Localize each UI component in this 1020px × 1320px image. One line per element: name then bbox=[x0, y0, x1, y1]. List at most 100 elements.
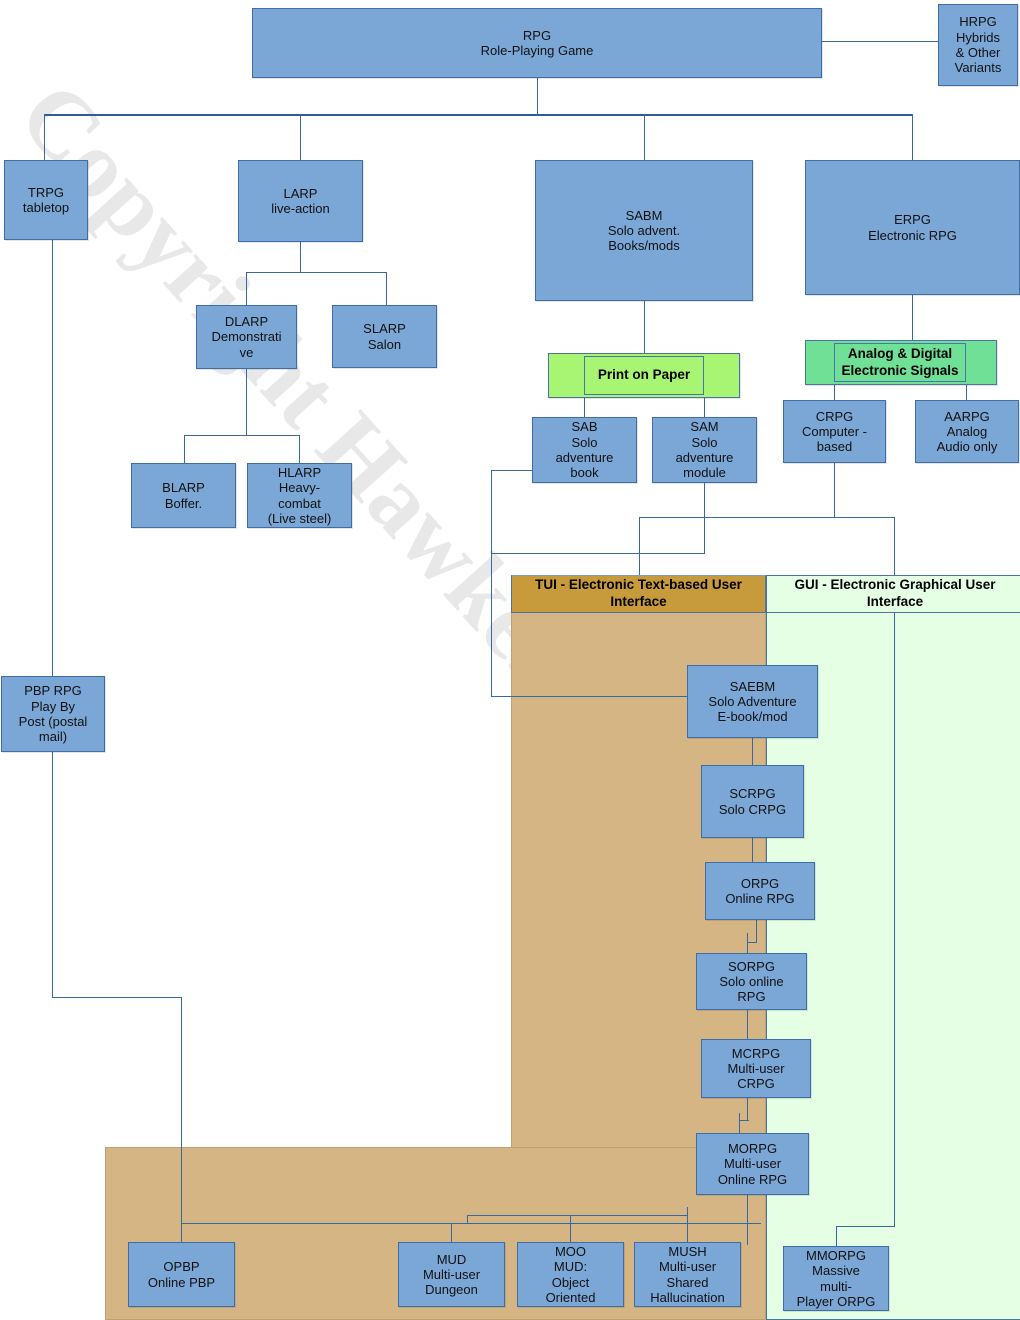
connector-spine-morpg-in bbox=[739, 1113, 740, 1133]
node-sabm[interactable]: SABM Solo advent. Books/mods bbox=[535, 160, 753, 301]
node-blarp-line1: BLARP bbox=[162, 480, 205, 496]
connector-signals-aarpg bbox=[966, 385, 967, 400]
node-scrpg[interactable]: SCRPG Solo CRPG bbox=[701, 765, 804, 838]
connector-sam-left bbox=[491, 553, 705, 554]
node-larp-line2: live-action bbox=[271, 201, 330, 216]
connector-bus-trpg bbox=[44, 114, 45, 160]
node-signals-line1: Analog & Digital bbox=[847, 346, 953, 362]
node-mush-line1: MUSH bbox=[668, 1243, 707, 1259]
node-sorpg-line1: SORPG bbox=[728, 958, 775, 974]
node-sabm-line1: SABM bbox=[625, 207, 663, 223]
node-crpg-line2: Computer - bbox=[801, 423, 868, 439]
node-electronic-signals-label-box: Analog & Digital Electronic Signals bbox=[834, 343, 966, 382]
node-hlarp-line3: combat bbox=[278, 495, 321, 511]
node-sab[interactable]: SAB Solo adventure book bbox=[532, 417, 637, 483]
node-opbp-line2: Online PBP bbox=[147, 1274, 216, 1290]
node-larp[interactable]: LARP live-action bbox=[238, 160, 363, 242]
node-slarp-line2: Salon bbox=[367, 336, 402, 352]
node-sab-line4: book bbox=[570, 465, 599, 481]
node-blarp[interactable]: BLARP Boffer. bbox=[131, 463, 236, 528]
node-moo-line3: Object bbox=[551, 1274, 590, 1290]
node-aarpg-line3: Audio only bbox=[936, 439, 998, 455]
connector-bottom-bus-upper bbox=[467, 1215, 687, 1216]
node-mush[interactable]: MUSH Multi-user Shared Hallucination bbox=[634, 1242, 741, 1307]
connector-bottom-bus-lower bbox=[181, 1223, 761, 1224]
node-trpg[interactable]: TRPG tabletop bbox=[4, 160, 88, 240]
connector-bottom-bus-drop-mud bbox=[451, 1223, 452, 1242]
node-print-on-paper-label-box: Print on Paper bbox=[584, 356, 704, 395]
connector-pbp-right bbox=[52, 997, 182, 998]
node-crpg[interactable]: CRPG Computer - based bbox=[783, 400, 886, 463]
node-dlarp[interactable]: DLARP Demonstrati ve bbox=[196, 305, 297, 369]
node-moo-line1: MOO bbox=[554, 1243, 587, 1259]
node-orpg-line2: Online RPG bbox=[725, 891, 795, 906]
connector-main-bus bbox=[44, 114, 913, 116]
node-aarpg[interactable]: AARPG Analog Audio only bbox=[915, 400, 1019, 463]
node-pbp-line3: Post (postal bbox=[18, 714, 88, 729]
node-saebm[interactable]: SAEBM Solo Adventure E-book/mod bbox=[687, 665, 818, 738]
connector-dlarp-hlarp bbox=[299, 435, 300, 463]
node-hrpg[interactable]: HRPG Hybrids & Other Variants bbox=[938, 4, 1018, 86]
region-header-tui: TUI - Electronic Text-based User Interfa… bbox=[511, 575, 766, 613]
node-aarpg-line1: AARPG bbox=[944, 408, 990, 424]
node-rpg-line1: RPG bbox=[522, 27, 552, 43]
node-crpg-line3: based bbox=[816, 439, 853, 455]
node-mush-line2: Multi-user bbox=[658, 1259, 717, 1275]
node-hrpg-line4: Variants bbox=[954, 60, 1002, 76]
node-sam[interactable]: SAM Solo adventure module bbox=[652, 417, 757, 483]
region-header-gui: GUI - Electronic Graphical User Interfac… bbox=[766, 575, 1020, 613]
node-mmorpg-line4: Player ORPG bbox=[796, 1293, 876, 1309]
node-mcrpg[interactable]: MCRPG Multi-user CRPG bbox=[701, 1039, 811, 1098]
node-sam-line1: SAM bbox=[690, 419, 719, 435]
node-trpg-line1: TRPG bbox=[27, 184, 65, 200]
node-erpg-line2: Electronic RPG bbox=[868, 227, 957, 243]
connector-spine-mcrpg-morpg bbox=[747, 1098, 748, 1120]
connector-crpg-to-tui bbox=[639, 517, 640, 577]
node-blarp-line2: Boffer. bbox=[164, 495, 203, 511]
node-scrpg-line2: Solo CRPG bbox=[718, 801, 787, 817]
connector-spine-morpg-jog bbox=[739, 1120, 749, 1121]
node-mush-line3: Shared bbox=[666, 1274, 709, 1290]
connector-spine-saebm-scrpg bbox=[752, 738, 753, 765]
node-scrpg-line1: SCRPG bbox=[729, 786, 776, 802]
node-orpg[interactable]: ORPG Online RPG bbox=[705, 862, 815, 920]
connector-bus-sabm bbox=[644, 114, 645, 160]
node-rpg[interactable]: RPG Role-Playing Game bbox=[252, 8, 822, 78]
node-mcrpg-line2: Multi-user bbox=[727, 1060, 785, 1076]
node-saebm-line3: E-book/mod bbox=[717, 709, 788, 725]
node-mud-line1: MUD bbox=[436, 1251, 467, 1267]
connector-bottom-bus-drop-moo bbox=[570, 1215, 571, 1242]
node-morpg-line3: Online RPG bbox=[717, 1171, 788, 1187]
connector-crpg-split bbox=[639, 517, 895, 518]
connector-dlarp-blarp bbox=[184, 435, 185, 463]
connector-erpg-signals bbox=[912, 295, 913, 340]
node-sam-line2: Solo bbox=[691, 434, 718, 450]
node-trpg-line2: tabletop bbox=[22, 200, 70, 215]
node-dlarp-line3: ve bbox=[239, 344, 254, 360]
node-mmorpg[interactable]: MMORPG Massive multi- Player ORPG bbox=[783, 1246, 889, 1311]
connector-dlarp-bus bbox=[184, 435, 300, 436]
connector-sabm-print bbox=[644, 301, 645, 353]
connector-spine-orpg-a bbox=[756, 920, 757, 942]
connector-bottom-bus-drop-mush bbox=[687, 1215, 688, 1242]
node-dlarp-line2: Demonstrati bbox=[211, 329, 282, 345]
connector-sab-to-saebm bbox=[491, 696, 687, 697]
node-mud-line2: Multi-user bbox=[422, 1266, 481, 1282]
node-mud[interactable]: MUD Multi-user Dungeon bbox=[398, 1242, 505, 1307]
node-saebm-line2: Solo Adventure bbox=[708, 693, 797, 709]
node-erpg[interactable]: ERPG Electronic RPG bbox=[805, 160, 1020, 295]
connector-crpg-to-gui bbox=[894, 517, 895, 577]
node-moo[interactable]: MOO MUD: Object Oriented bbox=[517, 1242, 624, 1307]
node-sab-line1: SAB bbox=[571, 419, 598, 435]
node-slarp[interactable]: SLARP Salon bbox=[332, 305, 437, 368]
connector-print-sab bbox=[584, 398, 585, 417]
node-opbp[interactable]: OPBP Online PBP bbox=[128, 1242, 235, 1307]
node-slarp-line1: SLARP bbox=[363, 321, 406, 337]
node-sorpg[interactable]: SORPG Solo online RPG bbox=[696, 953, 807, 1010]
node-morpg[interactable]: MORPG Multi-user Online RPG bbox=[696, 1133, 809, 1195]
connector-bottom-bus-drop-opbp bbox=[181, 1223, 182, 1242]
node-sam-line3: adventure bbox=[675, 450, 734, 465]
node-hlarp[interactable]: HLARP Heavy- combat (Live steel) bbox=[247, 463, 352, 528]
connector-sam-down bbox=[704, 483, 705, 553]
node-pbp-rpg[interactable]: PBP RPG Play By Post (postal mail) bbox=[1, 676, 105, 752]
